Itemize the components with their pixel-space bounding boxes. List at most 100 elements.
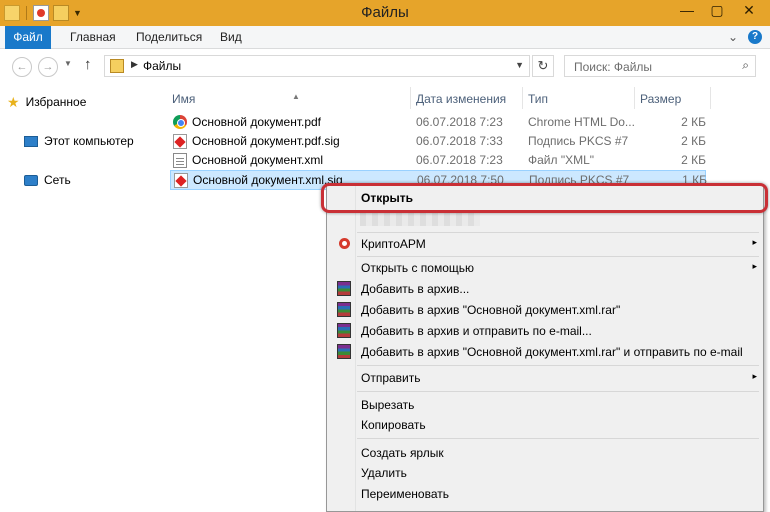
context-menu: Открыть КриптоАРМ ▸ Открыть с помощью ▸ … (326, 184, 764, 512)
file-row[interactable]: Основной документ.pdf.sig 06.07.2018 7:3… (170, 132, 706, 152)
menu-item-rename[interactable]: Переименовать (329, 484, 761, 504)
menu-item-open-with[interactable]: Открыть с помощью ▸ (329, 258, 761, 278)
file-type: Chrome HTML Do... (528, 115, 635, 129)
file-size: 2 КБ (681, 115, 706, 129)
column-name[interactable]: ▲ Имя (172, 87, 412, 111)
menu-divider (357, 365, 759, 366)
column-date[interactable]: Дата изменения (416, 87, 506, 111)
file-name: Основной документ.pdf (192, 115, 322, 129)
help-icon[interactable]: ? (748, 30, 762, 44)
nav-item-this-pc[interactable]: Этот компьютер (22, 130, 172, 152)
menu-item-add-to-rar[interactable]: Добавить в архив "Основной документ.xml.… (329, 300, 761, 320)
ribbon-tabs: Файл Главная Поделиться Вид ⌄ ? (0, 26, 770, 49)
winrar-icon (337, 302, 351, 317)
close-button[interactable]: ✕ (734, 0, 764, 20)
submenu-arrow-icon: ▸ (752, 261, 757, 271)
menu-item-cut[interactable]: Вырезать (329, 395, 761, 415)
folder-icon (110, 59, 124, 73)
minimize-button[interactable]: — (672, 0, 702, 20)
menu-item-label: Добавить в архив "Основной документ.xml.… (361, 345, 743, 359)
breadcrumb-arrow-icon[interactable]: ▶ (131, 59, 138, 70)
refresh-button[interactable]: ↻ (532, 55, 554, 77)
file-date: 06.07.2018 7:23 (416, 115, 503, 129)
file-date: 06.07.2018 7:33 (416, 134, 503, 148)
menu-divider (357, 232, 759, 233)
column-divider[interactable] (710, 87, 711, 109)
computer-icon (24, 135, 38, 147)
file-date: 06.07.2018 7:23 (416, 153, 503, 167)
menu-item-copy[interactable]: Копировать (329, 415, 761, 435)
recent-locations-icon[interactable]: ▼ (64, 59, 72, 68)
tab-file[interactable]: Файл (5, 26, 51, 49)
menu-item-send-to[interactable]: Отправить ▸ (329, 368, 761, 388)
chevron-down-icon[interactable]: ▼ (515, 60, 524, 70)
sort-ascending-icon: ▲ (292, 92, 300, 101)
file-row[interactable]: Основной документ.pdf 06.07.2018 7:23 Ch… (170, 113, 706, 133)
menu-item-label: Вырезать (361, 398, 415, 412)
signature-icon (173, 134, 187, 149)
menu-divider (357, 438, 759, 439)
tab-view[interactable]: Вид (210, 26, 252, 49)
file-size: 2 КБ (681, 134, 706, 148)
chrome-icon (173, 115, 187, 129)
nav-item-label: Этот компьютер (44, 134, 134, 148)
column-divider[interactable] (634, 87, 635, 109)
menu-item-label: Удалить (361, 466, 407, 480)
blurred-menu-item (360, 212, 480, 226)
submenu-arrow-icon: ▸ (752, 371, 757, 381)
forward-button[interactable]: → (38, 57, 58, 77)
column-divider[interactable] (410, 87, 411, 109)
nav-item-label: Сеть (44, 173, 71, 187)
up-button[interactable]: ↑ (84, 56, 92, 73)
column-size[interactable]: Размер (640, 87, 681, 111)
star-icon: ★ (7, 93, 20, 110)
search-input[interactable]: Поиск: Файлы ⌕ (564, 55, 756, 77)
winrar-icon (337, 323, 351, 338)
menu-item-label: Открыть с помощью (361, 261, 475, 275)
menu-item-label: Добавить в архив "Основной документ.xml.… (361, 303, 621, 317)
signature-icon (174, 173, 188, 188)
nav-item-network[interactable]: Сеть (22, 169, 172, 191)
file-row[interactable]: Основной документ.xml 06.07.2018 7:23 Фа… (170, 151, 706, 171)
menu-divider (357, 391, 759, 392)
menu-item-label: Переименовать (361, 487, 449, 501)
maximize-button[interactable]: ▢ (702, 0, 732, 20)
nav-item-favorites[interactable]: ★ Избранное (5, 91, 155, 113)
file-name: Основной документ.pdf.sig (192, 134, 340, 148)
file-name: Основной документ.xml (192, 153, 323, 167)
menu-item-rar-and-email[interactable]: Добавить в архив "Основной документ.xml.… (329, 342, 761, 362)
menu-item-label: Добавить в архив и отправить по e-mail..… (361, 324, 592, 338)
menu-item-label: Добавить в архив... (361, 282, 470, 296)
title-bar: ▼ Файлы — ▢ ✕ (0, 0, 770, 26)
tab-share[interactable]: Поделиться (126, 26, 212, 49)
column-type[interactable]: Тип (528, 87, 548, 111)
menu-item-label: Отправить (361, 371, 421, 385)
expand-ribbon-icon[interactable]: ⌄ (728, 30, 738, 44)
tab-home[interactable]: Главная (60, 26, 126, 49)
winrar-icon (337, 344, 351, 359)
menu-item-label: Создать ярлык (361, 446, 444, 460)
highlight-annotation (321, 183, 768, 213)
search-placeholder: Поиск: Файлы (574, 60, 653, 74)
menu-item-add-to-archive[interactable]: Добавить в архив... (329, 279, 761, 299)
submenu-arrow-icon: ▸ (752, 237, 757, 247)
menu-item-delete[interactable]: Удалить (329, 463, 761, 483)
menu-item-create-shortcut[interactable]: Создать ярлык (329, 443, 761, 463)
navigation-pane: ★ Избранное Этот компьютер Сеть (0, 83, 165, 512)
menu-item-cryptoarm[interactable]: КриптоАРМ ▸ (329, 234, 761, 254)
file-size: 2 КБ (681, 153, 706, 167)
xml-file-icon (173, 153, 187, 168)
back-button[interactable]: ← (12, 57, 32, 77)
search-icon[interactable]: ⌕ (742, 58, 749, 73)
file-type: Файл "XML" (528, 153, 595, 167)
network-icon (24, 174, 38, 186)
menu-item-archive-and-email[interactable]: Добавить в архив и отправить по e-mail..… (329, 321, 761, 341)
menu-item-label: КриптоАРМ (361, 237, 426, 251)
navigation-bar: ← → ▼ ↑ ▶ Файлы ▼ ↻ Поиск: Файлы ⌕ (0, 49, 770, 83)
window-title: Файлы (361, 4, 409, 21)
winrar-icon (337, 281, 351, 296)
address-bar[interactable]: ▶ Файлы ▼ (104, 55, 530, 77)
breadcrumb[interactable]: Файлы (143, 59, 181, 73)
column-divider[interactable] (522, 87, 523, 109)
menu-divider (357, 256, 759, 257)
